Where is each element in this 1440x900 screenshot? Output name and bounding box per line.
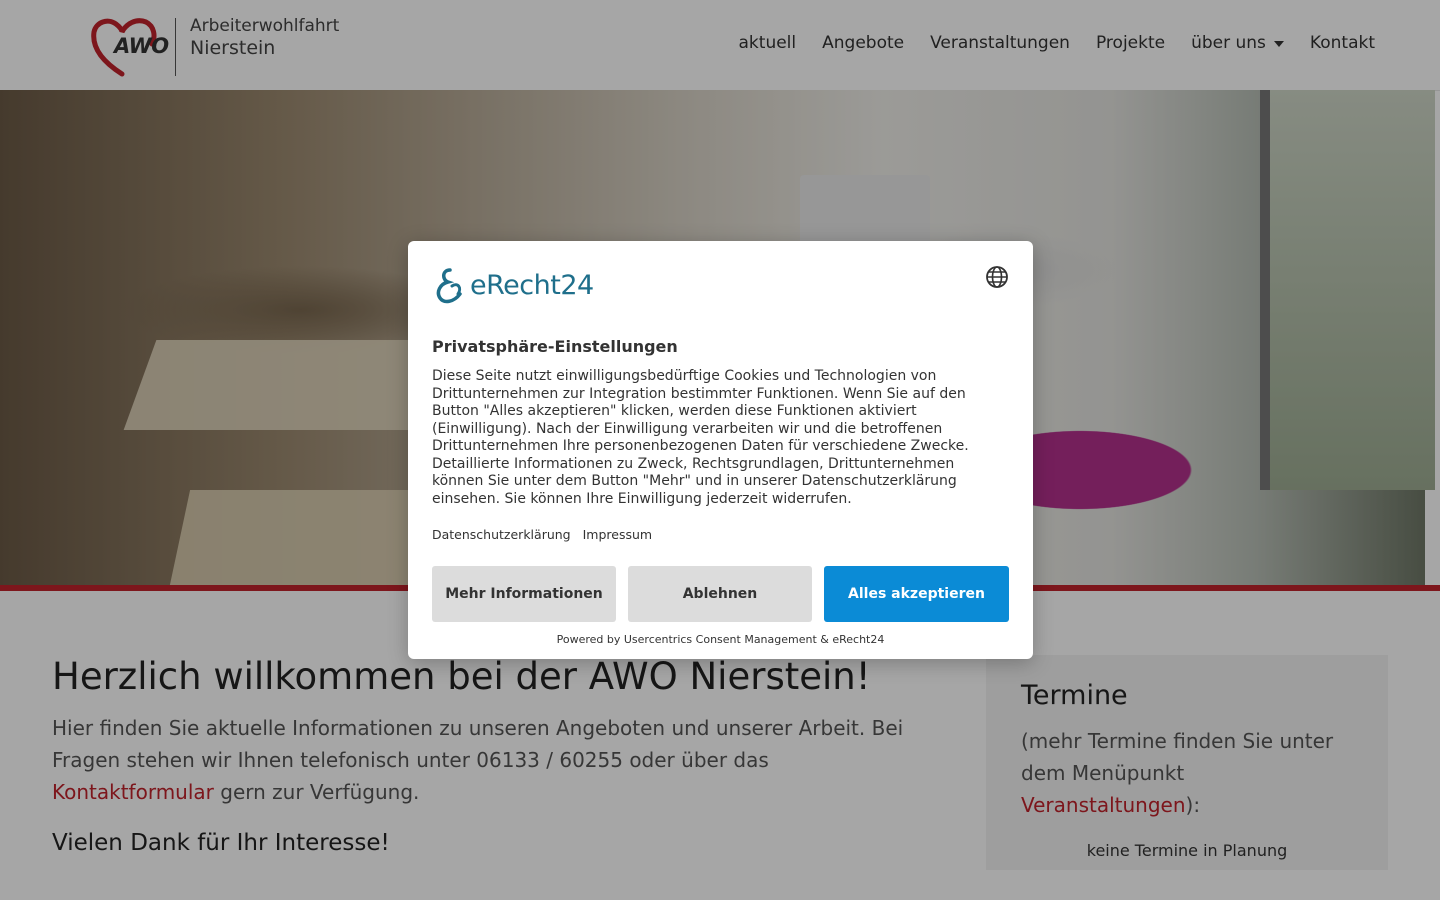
globe-icon[interactable] (985, 265, 1009, 289)
imprint-link[interactable]: Impressum (583, 527, 652, 542)
accept-all-button[interactable]: Alles akzeptieren (824, 566, 1009, 622)
deny-button[interactable]: Ablehnen (628, 566, 812, 622)
consent-dialog: eRecht24 Privatsphäre-Einstellungen Dies… (408, 241, 1033, 659)
page: AWO Arbeiterwohlfahrt Nierstein aktuell … (0, 0, 1440, 900)
consent-body: Diese Seite nutzt einwilligungsbedürftig… (432, 368, 969, 507)
powered-by-text: Powered by Usercentrics Consent Manageme… (556, 633, 885, 646)
consent-links: Datenschutzerklärung Impressum (432, 527, 652, 542)
more-info-button[interactable]: Mehr Informationen (432, 566, 616, 622)
erecht24-brand-text: eRecht24 (470, 269, 594, 301)
consent-title: Privatsphäre-Einstellungen (432, 337, 678, 356)
erecht24-mark-icon (436, 268, 462, 304)
erecht24-logo: eRecht24 (432, 265, 594, 305)
privacy-policy-link[interactable]: Datenschutzerklärung (432, 527, 571, 542)
